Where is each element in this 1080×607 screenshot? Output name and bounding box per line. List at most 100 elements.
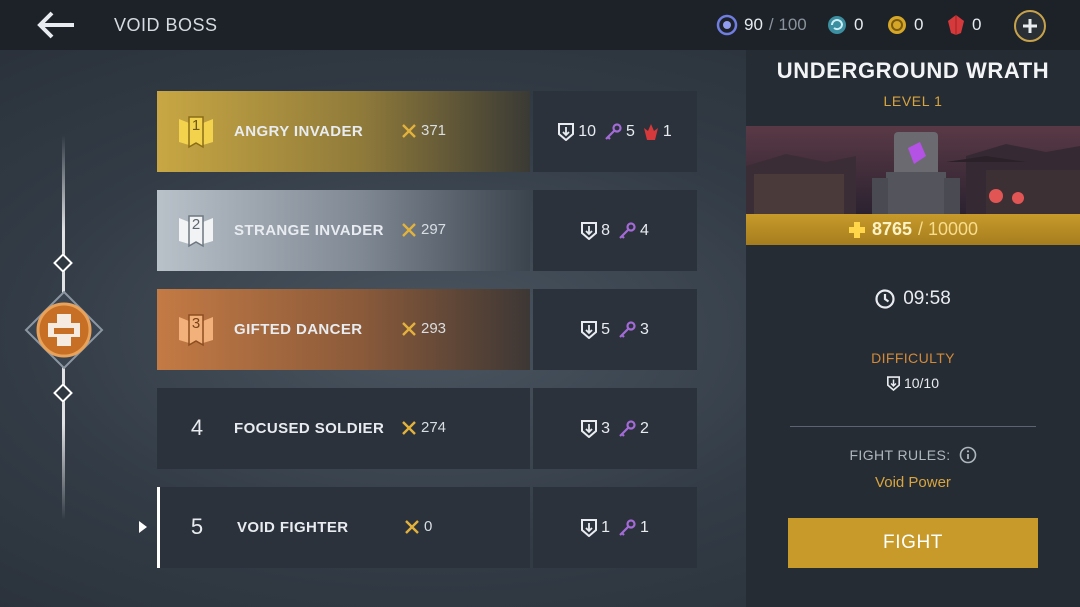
leaderboard-row[interactable]: 1 ANGRY INVADER 371 10 5 1: [157, 91, 697, 172]
ruby-gem-icon: [948, 15, 964, 35]
tier-marker-lower[interactable]: [53, 383, 73, 403]
event-timer: 09:58: [746, 288, 1080, 310]
ticket-count: 5: [601, 320, 610, 338]
ticket-reward: 1: [581, 518, 610, 537]
coin-icon: [888, 16, 906, 34]
shard-count: 1: [662, 122, 672, 140]
shield-ticket-icon: [558, 122, 575, 141]
key-reward: 1: [618, 519, 649, 537]
ticket-count: 8: [601, 221, 610, 239]
boss-portrait-image: [746, 126, 1080, 214]
boss-portrait: [746, 126, 1080, 214]
fight-rules-header: FIGHT RULES:: [746, 446, 1080, 464]
key-icon: [619, 518, 636, 536]
row-name-cell: 1 ANGRY INVADER 371: [157, 91, 530, 172]
player-name: FOCUSED SOLDIER: [234, 420, 385, 437]
tier-marker-upper[interactable]: [53, 253, 73, 273]
back-button[interactable]: [30, 6, 82, 44]
energy-current: 90: [744, 15, 763, 34]
player-name: STRANGE INVADER: [234, 222, 384, 239]
score-value: 0: [424, 518, 433, 535]
key-icon: [619, 221, 636, 239]
rank-number: 4: [190, 415, 204, 440]
key-count: 5: [625, 122, 635, 140]
crossed-swords-icon: [402, 123, 416, 138]
fight-rules-label: FIGHT RULES:: [849, 447, 951, 463]
boss-level: LEVEL 1: [883, 93, 943, 109]
reward-cell: 5 3: [533, 289, 697, 370]
ticket-reward: 10: [558, 122, 596, 141]
leaderboard-row-current-player[interactable]: 5 VOID FIGHTER 0 1 1: [157, 487, 697, 568]
leaderboard-row[interactable]: 3 GIFTED DANCER 293 5 3: [157, 289, 697, 370]
boss-hp-max: / 10000: [917, 219, 979, 239]
key-reward: 3: [618, 321, 649, 339]
player-name: VOID FIGHTER: [237, 519, 349, 536]
orb-icon: [828, 16, 846, 34]
top-bar: VOID BOSS 90 / 100 0 0 0: [0, 0, 1080, 50]
reward-cell: 8 4: [533, 190, 697, 271]
key-reward: 4: [618, 222, 649, 240]
rank-number: 5: [190, 514, 204, 539]
boss-hp-current: 8765: [871, 219, 912, 239]
row-name-cell: 2 STRANGE INVADER 297: [157, 190, 530, 271]
orb-counter: 0: [826, 12, 863, 38]
ticket-reward: 8: [581, 221, 610, 240]
crossed-swords-icon: [405, 519, 419, 534]
row-name-cell: 4 FOCUSED SOLDIER 274: [157, 388, 530, 469]
leaderboard-row[interactable]: 4 FOCUSED SOLDIER 274 3 2: [157, 388, 697, 469]
fight-button[interactable]: FIGHT: [788, 518, 1038, 568]
shard-reward: 1: [643, 123, 672, 141]
player-name: ANGRY INVADER: [234, 123, 364, 140]
player-score: 293: [401, 320, 446, 337]
ticket-reward: 5: [581, 320, 610, 339]
plus-icon: [1023, 19, 1037, 33]
ticket-count: 3: [601, 419, 610, 437]
key-count: 4: [640, 221, 649, 239]
energy-max: / 100: [768, 15, 807, 34]
crossed-swords-icon: [402, 222, 416, 237]
current-player-pointer-icon: [139, 521, 147, 533]
health-plus-icon: [848, 221, 865, 238]
key-count: 1: [640, 518, 649, 536]
energy-counter: 90 / 100: [716, 12, 807, 38]
coin-count: 0: [914, 15, 924, 34]
gem-counter: 0: [946, 12, 981, 38]
score-value: 293: [421, 320, 447, 337]
ticket-count: 10: [578, 122, 596, 140]
key-count: 3: [640, 320, 649, 338]
score-value: 274: [421, 419, 447, 436]
player-score: 0: [404, 518, 432, 535]
crossed-swords-icon: [402, 420, 416, 435]
reward-cell: 10 5 1: [533, 91, 697, 172]
timer-value: 09:58: [903, 288, 951, 309]
rank-number: 1: [191, 117, 201, 134]
shield-ticket-icon: [581, 320, 598, 339]
row-name-cell: 3 GIFTED DANCER 293: [157, 289, 530, 370]
gem-count: 0: [972, 15, 982, 34]
crossed-swords-icon: [402, 321, 416, 336]
coin-counter: 0: [886, 12, 923, 38]
orb-count: 0: [854, 15, 864, 34]
row-name-cell: 5 VOID FIGHTER 0: [157, 487, 530, 568]
key-icon: [619, 320, 636, 338]
boss-info-panel: UNDERGROUND WRATH LEVEL 1 8765 / 10000 0…: [746, 50, 1080, 607]
player-score: 297: [401, 221, 446, 238]
add-currency-button[interactable]: [1014, 10, 1046, 42]
key-icon: [619, 419, 636, 437]
boss-tier-emblem[interactable]: [24, 290, 104, 370]
player-name: GIFTED DANCER: [234, 321, 363, 338]
divider: [790, 426, 1036, 427]
info-icon[interactable]: [959, 446, 977, 464]
boss-health-bar: 8765 / 10000: [746, 214, 1080, 245]
rank-number: 2: [191, 216, 201, 233]
reward-cell: 3 2: [533, 388, 697, 469]
page-title: VOID BOSS: [114, 15, 218, 35]
player-score: 274: [401, 419, 446, 436]
ticket-reward: 3: [581, 419, 610, 438]
red-shard-icon: [643, 123, 658, 140]
player-score: 371: [401, 122, 446, 139]
leaderboard-row[interactable]: 2 STRANGE INVADER 297 8 4: [157, 190, 697, 271]
shield-ticket-icon: [581, 221, 598, 240]
reward-cell: 1 1: [533, 487, 697, 568]
shield-ticket-icon: [581, 419, 598, 438]
